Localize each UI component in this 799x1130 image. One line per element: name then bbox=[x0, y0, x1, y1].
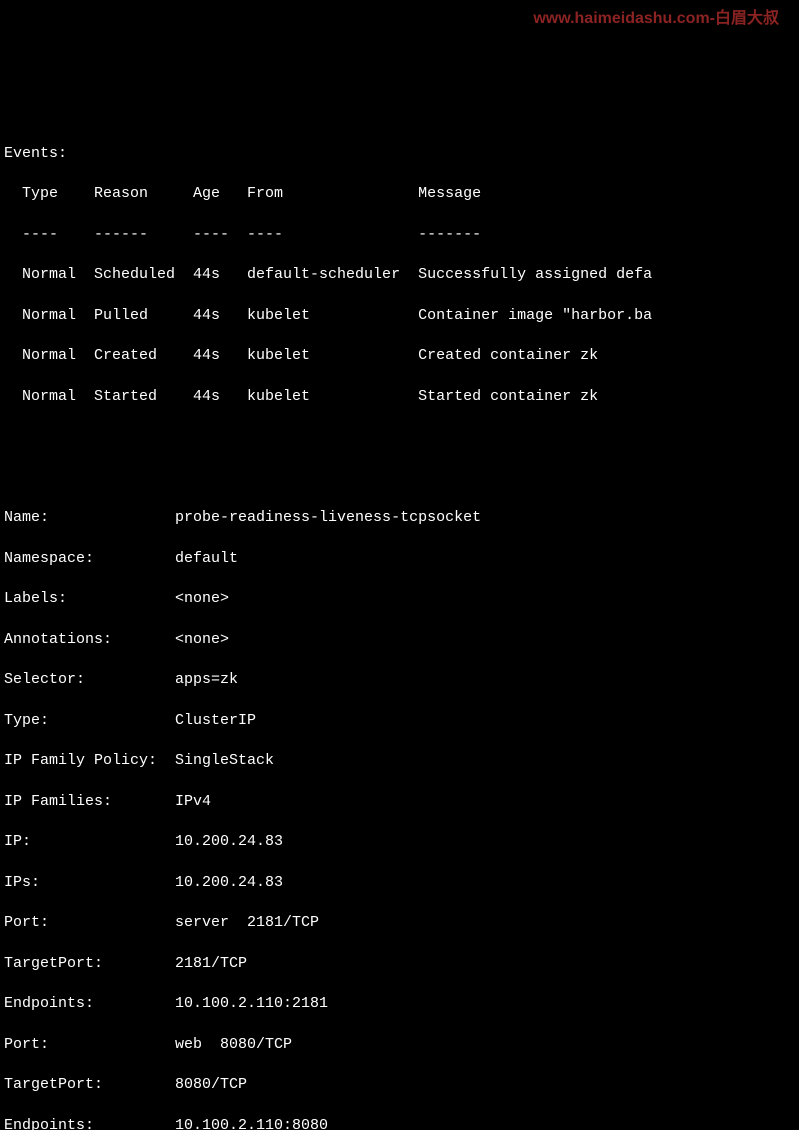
events-divider: ---- ------ ---- ---- ------- bbox=[4, 225, 795, 245]
event-row: Normal Scheduled 44s default-scheduler S… bbox=[4, 265, 795, 285]
describe-row: Endpoints: 10.100.2.110:2181 bbox=[4, 994, 795, 1014]
event-row: Normal Pulled 44s kubelet Container imag… bbox=[4, 306, 795, 326]
describe-row: TargetPort: 8080/TCP bbox=[4, 1075, 795, 1095]
terminal-output: Events: Type Reason Age From Message ---… bbox=[0, 122, 799, 1130]
describe-row: Labels: <none> bbox=[4, 589, 795, 609]
describe-row: IP: 10.200.24.83 bbox=[4, 832, 795, 852]
describe-row: IP Families: IPv4 bbox=[4, 792, 795, 812]
describe-row: Endpoints: 10.100.2.110:8080 bbox=[4, 1116, 795, 1130]
watermark-text: www.haimeidashu.com-白眉大叔 bbox=[533, 8, 779, 30]
event-row: Normal Created 44s kubelet Created conta… bbox=[4, 346, 795, 366]
event-row: Normal Started 44s kubelet Started conta… bbox=[4, 387, 795, 407]
describe-row: TargetPort: 2181/TCP bbox=[4, 954, 795, 974]
events-columns: Type Reason Age From Message bbox=[4, 184, 795, 204]
describe-row: Port: server 2181/TCP bbox=[4, 913, 795, 933]
describe-row: Selector: apps=zk bbox=[4, 670, 795, 690]
describe-row: Annotations: <none> bbox=[4, 630, 795, 650]
describe-row: Port: web 8080/TCP bbox=[4, 1035, 795, 1055]
describe-row: IP Family Policy: SingleStack bbox=[4, 751, 795, 771]
blank-line bbox=[4, 468, 795, 488]
describe-row: Type: ClusterIP bbox=[4, 711, 795, 731]
events-header: Events: bbox=[4, 144, 795, 164]
describe-row: Namespace: default bbox=[4, 549, 795, 569]
describe-row: IPs: 10.200.24.83 bbox=[4, 873, 795, 893]
blank-line bbox=[4, 427, 795, 447]
describe-row: Name: probe-readiness-liveness-tcpsocket bbox=[4, 508, 795, 528]
